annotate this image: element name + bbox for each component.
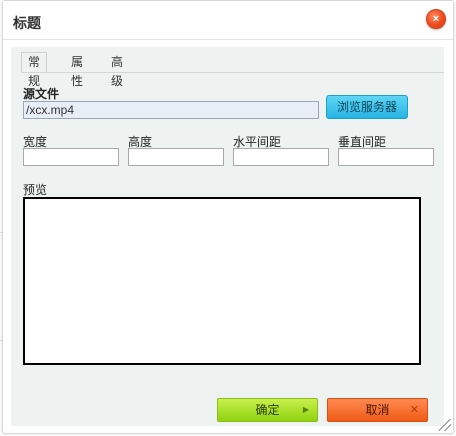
- width-input[interactable]: [23, 148, 119, 166]
- close-icon[interactable]: ×: [426, 9, 446, 29]
- source-file-label: 源文件: [23, 87, 60, 101]
- tab-general[interactable]: 常规: [21, 52, 48, 88]
- source-file-input[interactable]: [23, 101, 319, 119]
- tab-properties[interactable]: 属性: [65, 53, 89, 88]
- video-dialog: 标题 × 常规 属性 高级 源文件 浏览服务器 宽度 高度 水平间距 垂直间距 …: [2, 0, 454, 434]
- height-input[interactable]: [128, 148, 224, 166]
- dialog-titlebar[interactable]: 标题 ×: [3, 1, 453, 40]
- browse-server-button[interactable]: 浏览服务器: [326, 95, 408, 119]
- cancel-button[interactable]: 取消 ✕: [327, 398, 428, 422]
- tab-divider: [21, 72, 444, 73]
- preview-label: 预览: [23, 183, 48, 197]
- close-x-icon: ✕: [409, 404, 419, 416]
- vspace-input[interactable]: [338, 148, 434, 166]
- resize-grip-icon[interactable]: [439, 419, 451, 431]
- preview-area: [23, 197, 421, 365]
- tab-advanced[interactable]: 高级: [105, 53, 129, 88]
- ok-button[interactable]: 确定 ▶: [217, 398, 318, 422]
- dialog-title: 标题: [13, 15, 41, 31]
- hspace-input[interactable]: [233, 148, 329, 166]
- dialog-content: 常规 属性 高级 源文件 浏览服务器 宽度 高度 水平间距 垂直间距 预览: [11, 47, 444, 392]
- dialog-footer: 确定 ▶ 取消 ✕: [11, 392, 444, 426]
- arrow-right-icon: ▶: [302, 405, 309, 414]
